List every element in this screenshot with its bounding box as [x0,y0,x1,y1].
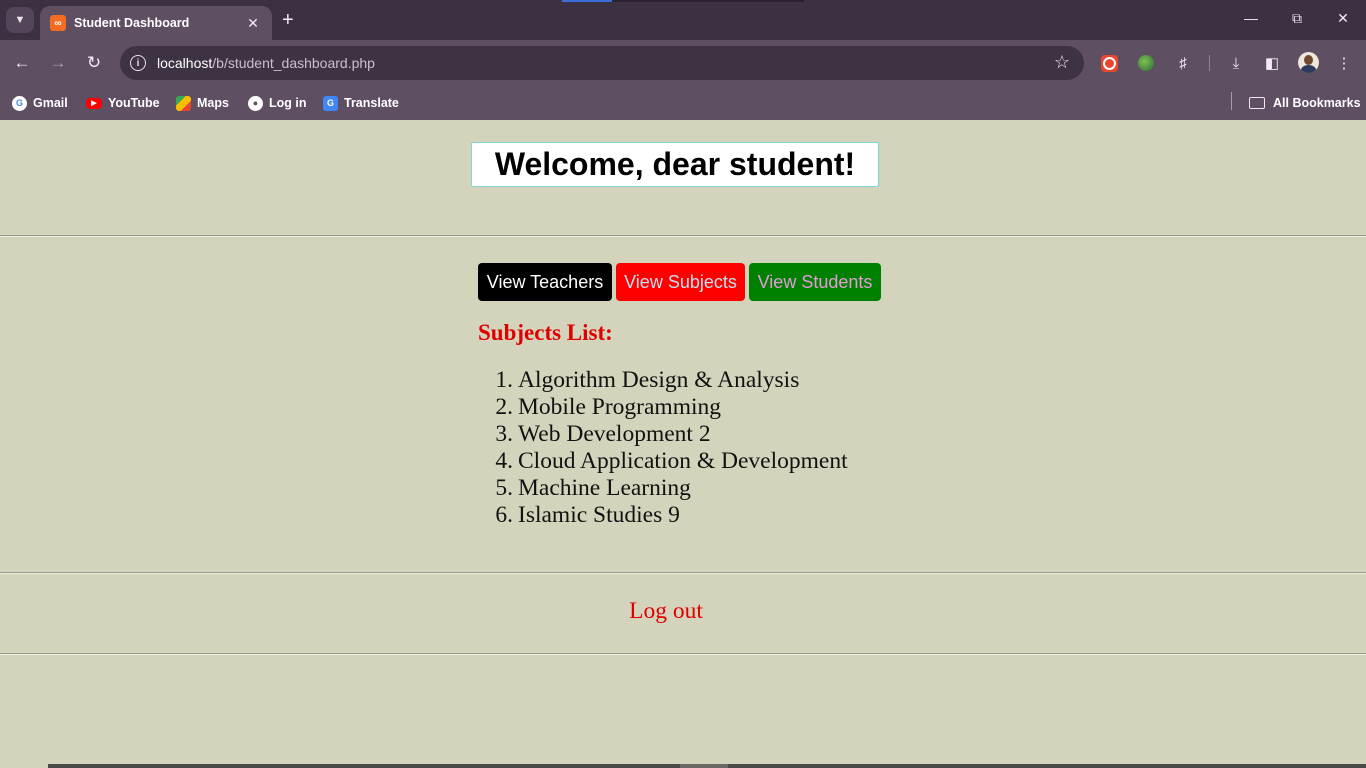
tab-indicator-track [612,0,804,2]
subject-name: Web Development 2 [518,421,711,447]
subjects-heading: Subjects List: [478,320,613,345]
subject-name: Islamic Studies 9 [518,502,680,528]
list-item-number: 5. [495,475,513,501]
download-icon[interactable]: ⤓ [1226,53,1246,73]
folder-icon [1249,97,1265,109]
bookmarks-divider [1231,92,1232,110]
all-bookmarks-button[interactable]: All Bookmarks [1249,93,1361,113]
list-item: 5. Machine Learning [495,475,848,502]
list-item: 6. Islamic Studies 9 [495,502,848,529]
url-host: localhost [157,55,213,71]
site-info-icon[interactable]: i [130,55,146,71]
view-teachers-button[interactable]: View Teachers [478,263,612,301]
url-path: /b/student_dashboard.php [212,55,375,71]
restore-icon[interactable]: ⧉ [1287,10,1307,27]
forward-arrow-icon[interactable]: → [47,52,69,74]
extension-globe-icon[interactable] [1138,55,1154,71]
list-item-number: 6. [495,502,513,528]
side-panel-icon[interactable]: ◧ [1262,53,1282,73]
bookmark-label: Translate [344,96,399,110]
view-subjects-button[interactable]: View Subjects [616,263,745,301]
profile-avatar[interactable] [1298,52,1319,73]
bookmark-label: YouTube [108,96,160,110]
maps-icon [176,95,191,111]
divider [0,653,1366,655]
subjects-list: 1. Algorithm Design & Analysis 2. Mobile P… [495,367,848,529]
back-arrow-icon[interactable]: ← [11,52,33,74]
tab-strip: ▼ ∞ Student Dashboard ✕ + — ⧉ ✕ [0,0,1366,40]
list-item-number: 3. [495,421,513,447]
welcome-heading: Welcome, dear student! [471,142,879,187]
logout-link[interactable]: Log out [0,598,1332,625]
xampp-favicon-icon: ∞ [50,15,66,31]
tab-indicator [562,0,612,2]
list-item-number: 2. [495,394,513,420]
subject-name: Cloud Application & Development [518,448,848,474]
bookmark-translate[interactable]: G Translate [323,93,399,113]
translate-icon: G [323,95,338,111]
list-item: 3. Web Development 2 [495,421,848,448]
bookmark-gmail[interactable]: G Gmail [12,93,68,113]
extensions-puzzle-icon[interactable]: ♯ [1173,53,1193,73]
toolbar-divider [1209,55,1210,71]
chevron-down-icon: ▼ [14,14,26,26]
globe-icon: ● [248,95,263,111]
more-menu-icon[interactable]: ⋮ [1334,53,1354,73]
subject-name: Mobile Programming [518,394,721,420]
bookmarks-bar: G Gmail ▶ YouTube Maps ● Log in G Transl… [0,86,1366,120]
all-bookmarks-label: All Bookmarks [1273,96,1361,110]
list-item-number: 4. [495,448,513,474]
list-item: 4. Cloud Application & Development [495,448,848,475]
close-icon[interactable]: ✕ [244,15,262,32]
view-students-button[interactable]: View Students [749,263,881,301]
bookmark-star-icon[interactable]: ☆ [1054,52,1070,73]
list-item: 1. Algorithm Design & Analysis [495,367,848,394]
tab-title: Student Dashboard [74,16,190,30]
page-content: Welcome, dear student! View Teachers Vie… [0,120,1366,768]
address-bar[interactable]: i localhost/b/student_dashboard.php ☆ [120,46,1084,80]
reload-icon[interactable]: ↻ [83,52,105,74]
divider [0,235,1366,237]
google-icon: G [12,95,27,111]
browser-toolbar: ← → ↻ i localhost/b/student_dashboard.ph… [0,40,1366,86]
tab-student-dashboard[interactable]: ∞ Student Dashboard ✕ [40,6,272,40]
minimize-icon[interactable]: — [1241,10,1261,26]
list-item: 2. Mobile Programming [495,394,848,421]
bookmark-log-in[interactable]: ● Log in [248,93,307,113]
bookmark-maps[interactable]: Maps [176,93,229,113]
list-item-number: 1. [495,367,513,393]
subject-name: Machine Learning [518,475,691,501]
tab-search-button[interactable]: ▼ [6,7,34,33]
divider [0,572,1366,574]
subject-name: Algorithm Design & Analysis [518,367,800,393]
bookmark-label: Log in [269,96,307,110]
bottom-edge-gap [680,764,728,768]
bookmark-label: Gmail [33,96,68,110]
extension-record-icon[interactable] [1101,55,1118,72]
window-close-icon[interactable]: ✕ [1333,10,1353,27]
youtube-icon: ▶ [86,97,102,109]
bookmark-youtube[interactable]: ▶ YouTube [86,93,160,113]
new-tab-plus-icon[interactable]: + [282,9,294,31]
bookmark-label: Maps [197,96,229,110]
